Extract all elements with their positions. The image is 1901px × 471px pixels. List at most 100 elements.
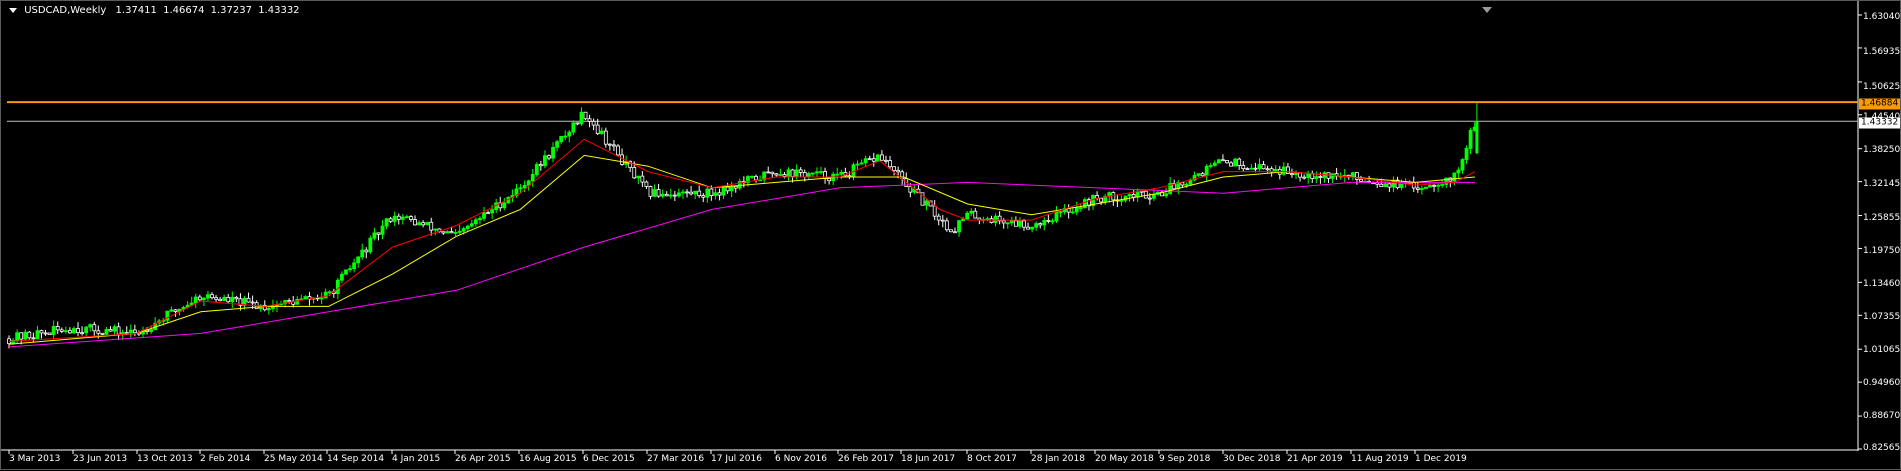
bear-candle-body <box>19 332 24 340</box>
bear-candle-body <box>973 210 978 219</box>
date-tick-label: 4 Jan 2015 <box>392 454 441 464</box>
bull-candle-body <box>425 221 430 226</box>
bid-price-tag: 1.43332 <box>1859 117 1901 129</box>
bull-candle-body <box>327 291 332 294</box>
bull-candle-body <box>1018 220 1022 227</box>
bear-candle-body <box>214 297 218 300</box>
bull-candle-body <box>1208 165 1213 167</box>
bull-candle-body <box>1009 220 1014 224</box>
bear-candle-body <box>376 232 381 235</box>
bull-candle-body <box>72 328 76 334</box>
bear-candle-body <box>234 296 239 300</box>
bull-candle-body <box>1034 223 1039 228</box>
bull-candle-body <box>457 230 462 233</box>
bull-candle-body <box>522 184 527 189</box>
bear-candle-body <box>607 143 612 146</box>
chart-shift-marker-icon[interactable] <box>1482 7 1492 13</box>
bear-candle-body <box>27 331 32 339</box>
bear-candle-body <box>441 231 446 234</box>
bear-candle-body <box>1147 197 1152 200</box>
bear-candle-body <box>798 169 803 173</box>
chart-window[interactable]: USDCAD,Weekly 1.37411 1.46674 1.37237 1.… <box>0 0 1901 470</box>
bear-candle-body <box>59 329 64 332</box>
plot-area[interactable] <box>1 1 1901 471</box>
bull-candle-body <box>384 218 389 227</box>
bear-candle-body <box>944 220 949 231</box>
bull-candle-body <box>924 200 929 206</box>
bull-candle-body <box>1058 211 1063 214</box>
bear-candle-body <box>100 332 105 335</box>
bull-candle-body <box>51 326 56 335</box>
bull-candle-body <box>104 329 109 335</box>
bear-candle-body <box>620 154 624 165</box>
bear-candle-body <box>173 309 178 312</box>
date-tick-label: 2 Feb 2014 <box>200 454 251 464</box>
level-price-tag[interactable]: 1.46884 <box>1859 98 1901 110</box>
bull-candle-body <box>1005 222 1010 225</box>
bear-candle-body <box>246 297 251 303</box>
bear-candle-body <box>1131 194 1136 198</box>
bull-candle-body <box>1216 159 1221 164</box>
bull-candle-body <box>88 324 93 328</box>
bear-candle-body <box>413 219 417 226</box>
bull-candle-body <box>400 216 405 220</box>
bull-candle-body <box>729 185 734 192</box>
bear-candle-body <box>96 330 101 334</box>
bull-candle-body <box>478 217 482 221</box>
bear-candle-body <box>1026 226 1030 230</box>
bear-candle-body <box>1379 183 1384 188</box>
bull-candle-body <box>1424 186 1428 189</box>
bear-candle-body <box>538 164 543 167</box>
bear-candle-body <box>616 145 620 156</box>
bear-candle-body <box>1359 178 1363 182</box>
bull-candle-body <box>810 172 815 175</box>
bull-candle-body <box>149 329 154 333</box>
bull-candle-body <box>1119 199 1124 202</box>
bear-candle-body <box>1180 182 1185 186</box>
bull-candle-body <box>551 146 555 159</box>
bull-candle-body <box>303 296 308 300</box>
bear-candle-body <box>717 192 722 196</box>
bull-candle-body <box>1196 173 1201 176</box>
bull-candle-body <box>340 273 344 281</box>
bull-candle-body <box>1330 173 1335 179</box>
bull-candle-body <box>356 256 361 264</box>
bull-candle-body <box>835 173 840 176</box>
bear-candle-body <box>1038 223 1043 226</box>
bull-candle-body <box>360 249 365 258</box>
symbol-title: USDCAD,Weekly <box>24 5 107 16</box>
bear-candle-body <box>547 155 551 159</box>
bear-candle-body <box>656 189 661 197</box>
bear-candle-body <box>449 231 454 234</box>
date-tick-label: 23 Jun 2013 <box>73 454 128 464</box>
bear-candle-body <box>421 222 426 226</box>
bull-candle-body <box>855 163 860 166</box>
dropdown-triangle-icon[interactable] <box>9 7 17 13</box>
bull-candle-body <box>473 219 478 225</box>
bull-candle-body <box>266 308 271 311</box>
date-tick-label: 17 Jul 2016 <box>711 454 762 464</box>
bear-candle-body <box>55 326 60 331</box>
bull-candle-body <box>295 299 300 305</box>
bear-candle-body <box>689 191 693 195</box>
bull-candle-body <box>1054 211 1059 222</box>
bull-candle-body <box>599 130 604 134</box>
bear-candle-body <box>587 118 592 122</box>
bear-candle-body <box>409 216 413 220</box>
bull-candle-body <box>1127 194 1132 197</box>
bull-candle-body <box>465 225 470 229</box>
bull-candle-body <box>128 329 133 334</box>
price-tick-label: 1.13460 <box>1863 279 1901 289</box>
bear-candle-body <box>701 195 706 198</box>
bull-candle-body <box>721 186 726 196</box>
bear-candle-body <box>640 175 645 183</box>
bull-candle-body <box>502 202 507 209</box>
date-tick-label: 9 Sep 2018 <box>1159 454 1211 464</box>
bear-candle-body <box>132 329 137 334</box>
bear-candle-body <box>867 158 872 161</box>
bear-candle-body <box>766 171 771 174</box>
bull-candle-body <box>839 172 844 175</box>
bear-candle-body <box>790 169 795 177</box>
bull-candle-body <box>543 155 547 167</box>
price-tick-label: 1.07355 <box>1863 312 1901 322</box>
